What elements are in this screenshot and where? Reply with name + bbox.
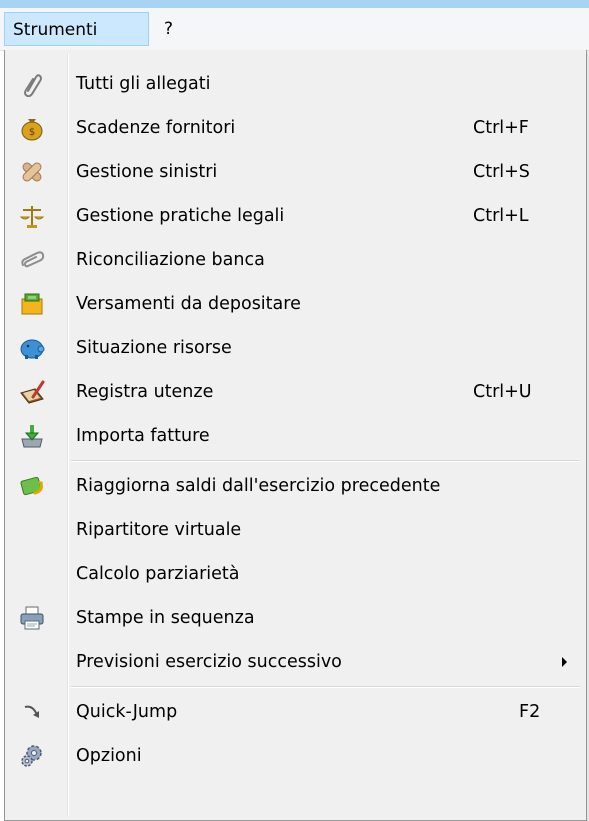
money-box-icon	[19, 291, 45, 317]
svg-text:$: $	[29, 127, 35, 138]
gears-icon	[19, 743, 45, 769]
menu-item-quick-jump[interactable]: Quick-Jump F2	[7, 690, 582, 734]
menu-strumenti[interactable]: Strumenti	[4, 12, 149, 46]
menu-item-shortcut: Ctrl+S	[473, 162, 530, 182]
menu-item-calcolo-parziarieta[interactable]: Calcolo parziarietà	[7, 552, 582, 596]
money-bag-icon: $	[19, 115, 45, 141]
menu-item-label: Situazione risorse	[76, 338, 232, 358]
menu-item-registra-utenze[interactable]: Registra utenze Ctrl+U	[7, 370, 582, 414]
strumenti-dropdown-menu: Tutti gli allegati $ Scadenze fornitori …	[4, 50, 587, 821]
menu-item-label: Ripartitore virtuale	[76, 520, 242, 540]
menu-item-previsioni-esercizio-successivo[interactable]: Previsioni esercizio successivo	[7, 640, 582, 684]
paperclip-icon	[19, 71, 45, 98]
menu-item-shortcut: Ctrl+F	[473, 118, 529, 138]
menu-item-shortcut: Ctrl+L	[473, 206, 529, 226]
notebook-pen-icon	[19, 379, 45, 405]
menu-separator	[71, 686, 580, 688]
menu-item-situazione-risorse[interactable]: Situazione risorse	[7, 326, 582, 370]
menu-item-label: Riaggiorna saldi dall'esercizio preceden…	[76, 476, 441, 496]
menu-item-riconciliazione-banca[interactable]: Riconciliazione banca	[7, 238, 582, 282]
menu-item-label: Importa fatture	[76, 426, 210, 446]
piggy-bank-icon	[19, 335, 45, 361]
menu-item-versamenti-da-depositare[interactable]: Versamenti da depositare	[7, 282, 582, 326]
menu-help[interactable]: ?	[160, 12, 190, 46]
menu-item-shortcut: Ctrl+U	[473, 382, 532, 402]
import-tray-icon	[19, 423, 45, 449]
menu-item-label: Gestione sinistri	[76, 162, 218, 182]
menu-item-importa-fatture[interactable]: Importa fatture	[7, 414, 582, 458]
bandage-icon	[19, 159, 45, 185]
menu-item-scadenze-fornitori[interactable]: $ Scadenze fornitori Ctrl+F	[7, 106, 582, 150]
paperclip-link-icon	[19, 247, 45, 273]
menu-item-riaggiorna-saldi[interactable]: Riaggiorna saldi dall'esercizio preceden…	[7, 464, 582, 508]
menu-item-label: Stampe in sequenza	[76, 608, 255, 628]
menu-item-tutti-gli-allegati[interactable]: Tutti gli allegati	[7, 62, 582, 106]
menu-item-opzioni[interactable]: Opzioni	[7, 734, 582, 778]
jump-arrow-icon	[19, 699, 45, 725]
menu-item-label: Previsioni esercizio successivo	[76, 652, 342, 672]
menu-item-gestione-sinistri[interactable]: Gestione sinistri Ctrl+S	[7, 150, 582, 194]
menu-item-label: Versamenti da depositare	[76, 294, 301, 314]
menu-item-label: Gestione pratiche legali	[76, 206, 285, 226]
submenu-arrow-icon	[562, 657, 567, 667]
menu-separator	[71, 460, 580, 462]
menu-item-label: Registra utenze	[76, 382, 214, 402]
menu-item-label: Scadenze fornitori	[76, 118, 236, 138]
printer-icon	[19, 605, 45, 631]
menu-item-gestione-pratiche-legali[interactable]: Gestione pratiche legali Ctrl+L	[7, 194, 582, 238]
scales-icon	[19, 203, 45, 229]
menu-bar: Strumenti ?	[0, 8, 589, 51]
window-top-strip	[0, 0, 589, 8]
refresh-money-icon	[19, 473, 45, 499]
menu-item-shortcut: F2	[519, 702, 541, 722]
menu-item-ripartitore-virtuale[interactable]: Ripartitore virtuale	[7, 508, 582, 552]
menu-item-label: Quick-Jump	[76, 702, 178, 722]
menu-item-stampe-in-sequenza[interactable]: Stampe in sequenza	[7, 596, 582, 640]
menu-item-label: Calcolo parziarietà	[76, 564, 240, 584]
menu-item-label: Riconciliazione banca	[76, 250, 265, 270]
menu-item-label: Tutti gli allegati	[76, 74, 211, 94]
menu-item-label: Opzioni	[76, 746, 142, 766]
